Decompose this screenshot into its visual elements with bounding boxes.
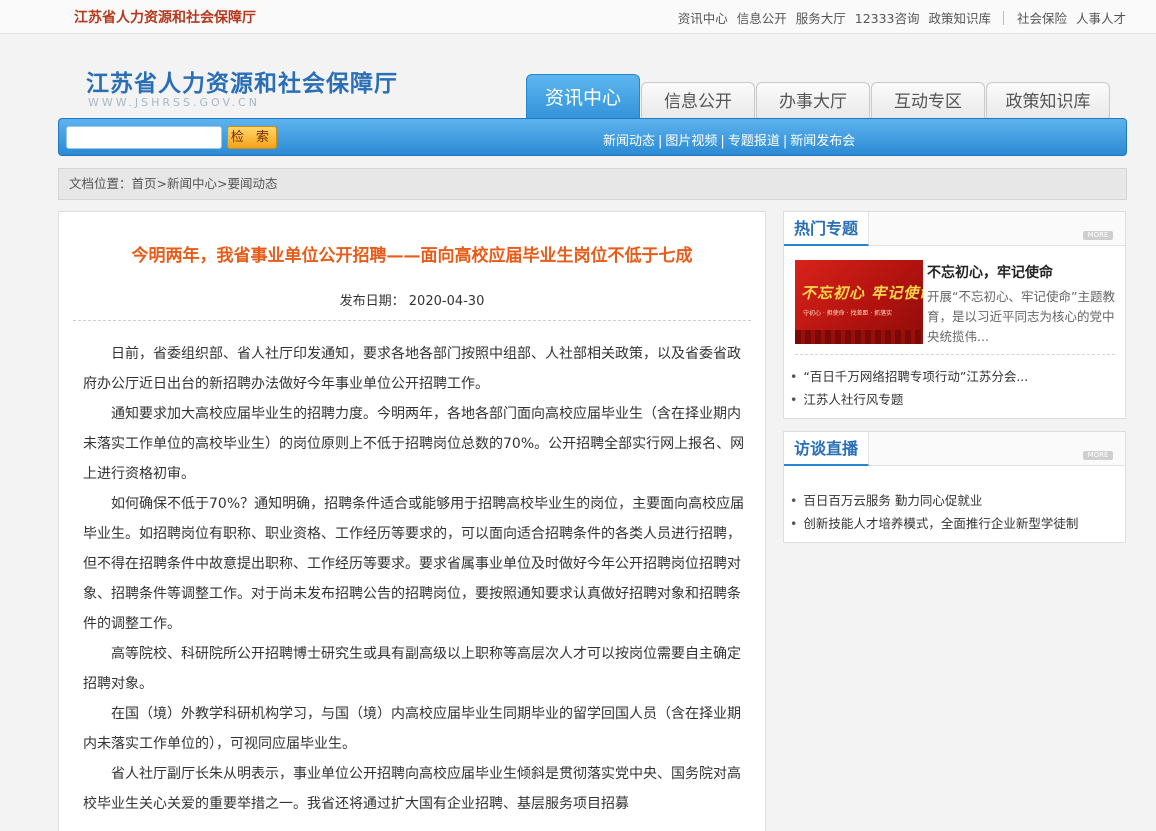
interview-header: 访谈直播 MORE (784, 432, 1125, 466)
hot-topics-box: 热门专题 MORE 不忘初心 牢记使命 守初心 · 担使命 · 找差距 · 抓落… (783, 211, 1126, 419)
breadcrumb: 文档位置：首页>新闻中心>要闻动态 (58, 168, 1127, 200)
subnav-press[interactable]: 新闻发布会 (790, 134, 855, 149)
search-input[interactable] (66, 126, 222, 149)
hot-topics-title: 热门专题 (784, 212, 870, 246)
nav-bar: 检 索 新闻动态 | 图片视频 | 专题报道 | 新闻发布会 (58, 118, 1127, 156)
list-item[interactable]: 创新技能人才培养模式，全面推行企业新型学徒制 (790, 512, 1078, 535)
site-logo-url: WWW.JSHRSS.GOV.CN (88, 96, 260, 109)
top-site-name[interactable]: 江苏省人力资源和社会保障厅 (74, 7, 256, 27)
article-paragraph: 高等院校、科研院所公开招聘博士研究生或具有副高级以上职称等高层次人才可以按岗位需… (83, 646, 741, 692)
feature-divider (795, 354, 1115, 355)
main-tabs: 资讯中心 信息公开 办事大厅 互动专区 政策知识库 (526, 74, 1110, 124)
list-item[interactable]: 百日百万云服务 勤力同心促就业 (790, 489, 1078, 512)
article-panel: 今明两年，我省事业单位公开招聘——面向高校应届毕业生岗位不低于七成 发布日期： … (58, 211, 766, 831)
article-paragraph: 通知要求加大高校应届毕业生的招聘力度。今明两年，各地各部门面向高校应届毕业生（含… (83, 406, 745, 482)
top-links: 资讯中心 信息公开 服务大厅 12333咨询 政策知识库 社会保险 人事人才 (673, 8, 1126, 27)
hot-topics-list: “百日千万网络招聘专项行动”江苏分会... 江苏人社行风专题 (790, 365, 1028, 411)
feature-title-link[interactable]: 不忘初心，牢记使命 (927, 262, 1053, 282)
subnav-divider: | (658, 134, 663, 149)
interview-box: 访谈直播 MORE 百日百万云服务 勤力同心促就业 创新技能人才培养模式，全面推… (783, 431, 1126, 543)
list-item[interactable]: “百日千万网络招聘专项行动”江苏分会... (790, 365, 1028, 388)
article-body: 日前，省委组织部、省人社厅印发通知，要求各地各部门按照中组部、人社部相关政策，以… (83, 339, 747, 819)
site-logo[interactable]: 江苏省人力资源和社会保障厅 (86, 64, 398, 98)
feature-description: 开展“不忘初心、牢记使命”主题教育，是以习近平同志为核心的党中央统揽伟... (927, 289, 1115, 344)
banner-subtitle: 守初心 · 担使命 · 找差距 · 抓落实 (803, 310, 893, 317)
article-title: 今明两年，我省事业单位公开招聘——面向高校应届毕业生岗位不低于七成 (131, 246, 693, 266)
interview-list: 百日百万云服务 勤力同心促就业 创新技能人才培养模式，全面推行企业新型学徒制 (790, 489, 1078, 535)
hot-topics-header: 热门专题 MORE (784, 212, 1125, 246)
more-button[interactable]: MORE (1083, 231, 1113, 240)
sub-nav: 新闻动态 | 图片视频 | 专题报道 | 新闻发布会 (603, 130, 855, 149)
article-paragraph: 日前，省委组织部、省人社厅印发通知，要求各地各部门按照中组部、人社部相关政策，以… (83, 346, 741, 392)
top-link-policy[interactable]: 政策知识库 (929, 11, 992, 26)
interview-title: 访谈直播 (784, 432, 870, 466)
subnav-divider: | (782, 134, 788, 149)
feature-banner-image[interactable]: 不忘初心 牢记使命 守初心 · 担使命 · 找差距 · 抓落实 (795, 260, 923, 344)
article-paragraph: 省人社厅副厅长朱从明表示，事业单位公开招聘向高校应届毕业生倾斜是贯彻落实党中央、… (83, 766, 741, 812)
publish-date: 发布日期： 2020-04-30 (339, 294, 485, 309)
banner-calligraphy: 不忘初心 牢记使命 (801, 284, 923, 302)
top-link-talent[interactable]: 人事人才 (1076, 11, 1126, 26)
top-bar: 江苏省人力资源和社会保障厅 资讯中心 信息公开 服务大厅 12333咨询 政策知… (0, 0, 1156, 34)
tab-news-center[interactable]: 资讯中心 (526, 74, 640, 124)
subnav-divider: | (720, 134, 725, 149)
top-link-12333[interactable]: 12333咨询 (855, 11, 920, 26)
top-link-news[interactable]: 资讯中心 (678, 11, 728, 26)
list-item[interactable]: 江苏人社行风专题 (790, 388, 1028, 411)
subnav-photos-videos[interactable]: 图片视频 (665, 134, 717, 149)
article-paragraph: 如何确保不低于70%？通知明确，招聘条件适合或能够用于招聘高校毕业生的岗位，主要… (83, 496, 745, 632)
top-link-insurance[interactable]: 社会保险 (1017, 11, 1067, 26)
top-links-divider (1003, 11, 1004, 25)
top-link-service[interactable]: 服务大厅 (796, 11, 846, 26)
top-link-info[interactable]: 信息公开 (737, 11, 787, 26)
article-paragraph: 在国（境）外教学科研机构学习，与国（境）内高校应届毕业生同期毕业的留学回国人员（… (83, 706, 741, 752)
subnav-news[interactable]: 新闻动态 (603, 134, 655, 149)
more-button[interactable]: MORE (1083, 451, 1113, 460)
title-divider (73, 320, 751, 321)
subnav-features[interactable]: 专题报道 (728, 134, 780, 149)
banner-great-wall-graphic (795, 330, 923, 344)
search-button[interactable]: 检 索 (227, 126, 277, 149)
